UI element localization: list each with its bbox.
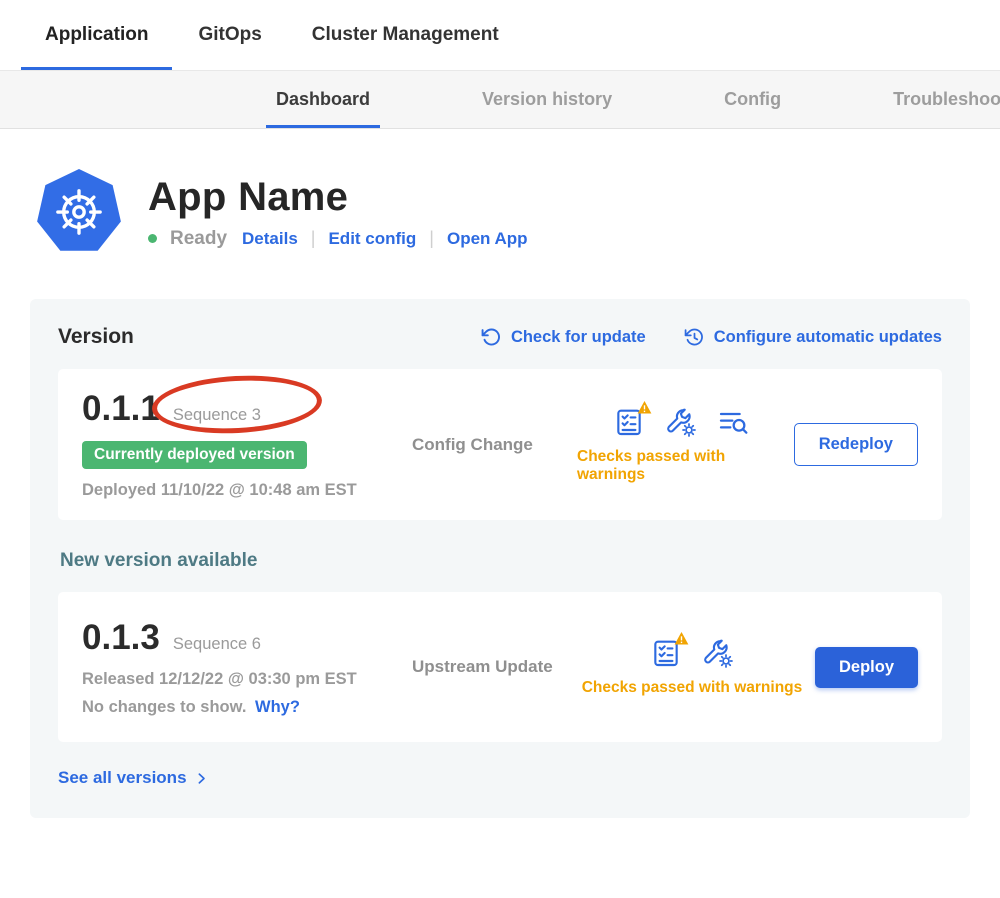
status-dot bbox=[148, 234, 157, 243]
new-version-number: 0.1.3 bbox=[82, 618, 160, 658]
deployed-date: Deployed 11/10/22 @ 10:48 am EST bbox=[82, 481, 412, 500]
open-app-link[interactable]: Open App bbox=[447, 229, 528, 249]
status-row: Ready Details | Edit config | Open App bbox=[148, 228, 528, 250]
checks-status[interactable]: Checks passed with warnings bbox=[582, 679, 803, 697]
redeploy-button[interactable]: Redeploy bbox=[794, 423, 918, 466]
checks-area: Checks passed with warnings bbox=[577, 637, 807, 697]
currently-deployed-badge: Currently deployed version bbox=[82, 441, 307, 469]
app-name: App Name bbox=[148, 175, 528, 220]
current-version-card: 0.1.1 Sequence 3 Currently deployed vers… bbox=[58, 369, 942, 520]
configure-automatic-updates-label: Configure automatic updates bbox=[714, 328, 942, 347]
config-wrench-gear-icon[interactable] bbox=[702, 637, 734, 669]
warning-triangle-icon bbox=[637, 400, 652, 415]
new-version-heading: New version available bbox=[60, 550, 942, 572]
tab-application[interactable]: Application bbox=[45, 0, 148, 70]
clock-refresh-icon bbox=[684, 327, 705, 348]
version-panel-head: Version Check for update Configure au bbox=[58, 325, 942, 349]
status-text: Ready bbox=[170, 228, 227, 250]
see-all-versions-label: See all versions bbox=[58, 768, 187, 788]
kubernetes-logo bbox=[36, 169, 122, 255]
version-title: Version bbox=[58, 325, 481, 349]
current-version-sequence: Sequence 3 bbox=[173, 406, 261, 425]
tab-dashboard[interactable]: Dashboard bbox=[276, 71, 370, 128]
app-header: App Name Ready Details | Edit config | O… bbox=[36, 169, 1000, 255]
helm-wheel-icon bbox=[52, 185, 106, 239]
app-meta: App Name Ready Details | Edit config | O… bbox=[148, 175, 528, 250]
no-changes-text: No changes to show. bbox=[82, 698, 246, 716]
check-for-update-label: Check for update bbox=[511, 328, 646, 347]
config-wrench-gear-icon[interactable] bbox=[665, 406, 697, 438]
page: Application GitOps Cluster Management Da… bbox=[0, 0, 1000, 898]
current-version-row: 0.1.1 Sequence 3 bbox=[82, 389, 412, 429]
version-actions: Check for update Configure automatic upd… bbox=[481, 327, 942, 348]
configure-automatic-updates-link[interactable]: Configure automatic updates bbox=[684, 327, 942, 348]
change-type-label: Config Change bbox=[412, 435, 577, 455]
sub-nav: Dashboard Version history Config Trouble… bbox=[0, 71, 1000, 129]
checks-status[interactable]: Checks passed with warnings bbox=[577, 448, 786, 484]
edit-config-link[interactable]: Edit config bbox=[328, 229, 416, 249]
new-version-card: 0.1.3 Sequence 6 Released 12/12/22 @ 03:… bbox=[58, 592, 942, 742]
separator: | bbox=[311, 228, 316, 249]
tab-config[interactable]: Config bbox=[724, 71, 781, 128]
released-date: Released 12/12/22 @ 03:30 pm EST bbox=[82, 670, 412, 689]
tab-version-history[interactable]: Version history bbox=[482, 71, 612, 128]
why-link[interactable]: Why? bbox=[255, 698, 300, 716]
preflight-checklist-warning-icon[interactable] bbox=[650, 637, 682, 669]
chevron-right-icon bbox=[194, 771, 209, 786]
change-type-label: Upstream Update bbox=[412, 657, 577, 677]
check-icons-row bbox=[650, 637, 734, 669]
preflight-checklist-warning-icon[interactable] bbox=[613, 406, 645, 438]
separator: | bbox=[429, 228, 434, 249]
top-nav: Application GitOps Cluster Management bbox=[0, 0, 1000, 71]
checks-area: Checks passed with warnings bbox=[577, 406, 786, 484]
new-version-info: 0.1.3 Sequence 6 Released 12/12/22 @ 03:… bbox=[82, 618, 412, 717]
tab-cluster-management[interactable]: Cluster Management bbox=[312, 0, 499, 70]
see-all-versions-link[interactable]: See all versions bbox=[58, 768, 209, 788]
deploy-button[interactable]: Deploy bbox=[815, 647, 918, 688]
warning-triangle-icon bbox=[674, 631, 689, 646]
check-icons-row bbox=[613, 406, 749, 438]
current-version-number: 0.1.1 bbox=[82, 389, 160, 429]
new-version-row: 0.1.3 Sequence 6 bbox=[82, 618, 412, 658]
diff-view-icon[interactable] bbox=[717, 406, 749, 438]
new-version-sequence: Sequence 6 bbox=[173, 635, 261, 654]
red-annotation-ellipse bbox=[151, 372, 324, 438]
current-version-info: 0.1.1 Sequence 3 Currently deployed vers… bbox=[82, 389, 412, 500]
refresh-icon bbox=[481, 327, 502, 348]
tab-troubleshoot[interactable]: Troubleshoot bbox=[893, 71, 1000, 128]
no-changes-row: No changes to show. Why? bbox=[82, 698, 412, 717]
version-panel: Version Check for update Configure au bbox=[30, 299, 970, 818]
tab-gitops[interactable]: GitOps bbox=[198, 0, 261, 70]
details-link[interactable]: Details bbox=[242, 229, 298, 249]
check-for-update-link[interactable]: Check for update bbox=[481, 327, 646, 348]
